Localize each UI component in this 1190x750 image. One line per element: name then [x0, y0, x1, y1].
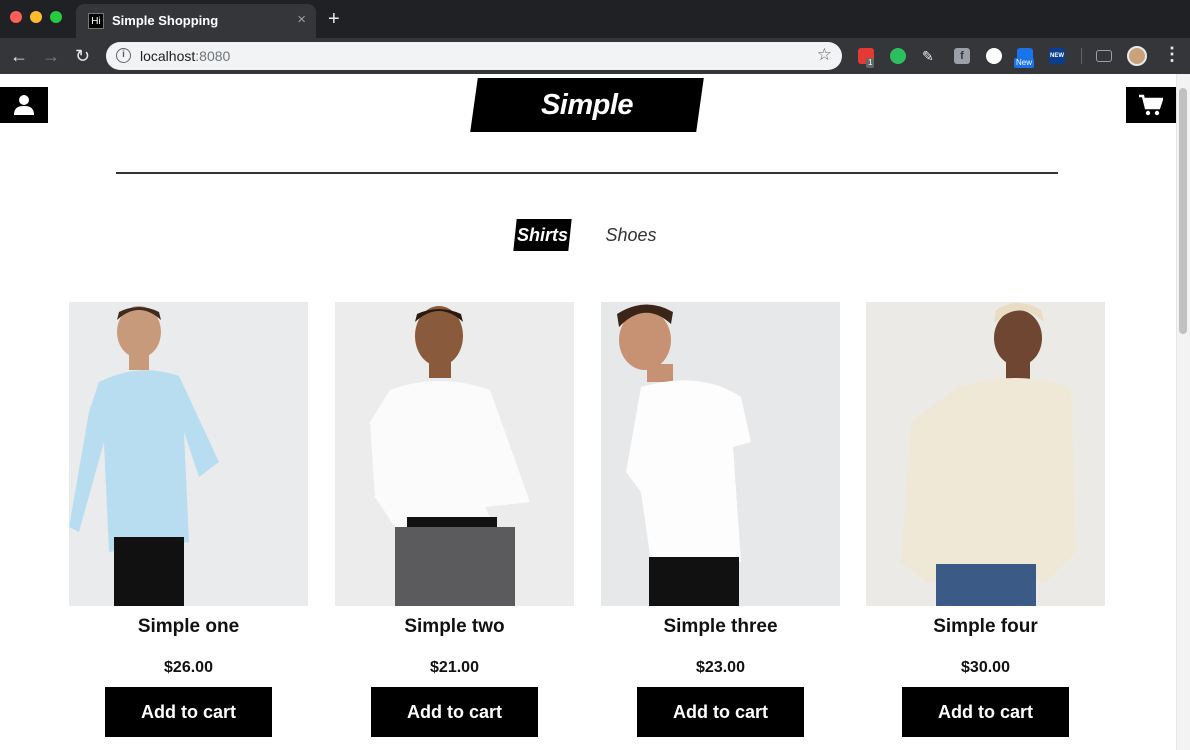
product-price: $23.00	[696, 659, 745, 676]
new-tab-button[interactable]: +	[328, 9, 340, 29]
tab-close-icon[interactable]: ×	[297, 11, 306, 29]
add-to-cart-button[interactable]: Add to cart	[371, 687, 538, 737]
toolbar-divider	[1081, 48, 1082, 64]
product-price: $26.00	[164, 659, 213, 676]
url-text: localhost:8080	[140, 48, 230, 64]
add-to-cart-button[interactable]: Add to cart	[902, 687, 1069, 737]
tab-shoes[interactable]: Shoes	[599, 219, 663, 251]
product-image[interactable]	[69, 302, 308, 606]
close-window-button[interactable]	[10, 11, 22, 23]
browser-tab-bar: Hi Simple Shopping × +	[0, 0, 1190, 38]
email-badge: 1	[866, 58, 875, 68]
product-image[interactable]	[601, 302, 840, 606]
circle-icon[interactable]	[986, 48, 1002, 64]
vertical-scrollbar[interactable]	[1176, 74, 1190, 750]
new-badge: New	[1014, 58, 1035, 68]
f-icon[interactable]: f	[954, 48, 970, 64]
tab-shirts[interactable]: Shirts	[515, 219, 570, 251]
user-icon	[14, 95, 34, 115]
add-to-cart-button[interactable]: Add to cart	[105, 687, 272, 737]
product-price: $30.00	[961, 659, 1010, 676]
category-tabs: Shirts Shoes	[0, 219, 1176, 251]
browser-toolbar: ← → ↻ i localhost:8080 ☆ 1 ✎ f New NEW ⋮	[0, 38, 1190, 74]
forward-arrow-icon[interactable]: →	[42, 46, 60, 66]
product-name[interactable]: Simple two	[335, 616, 574, 638]
product-card: Simple three $23.00 Add to cart	[601, 302, 841, 738]
more-menu-icon[interactable]: ⋮	[1163, 44, 1181, 64]
product-image[interactable]	[335, 302, 574, 606]
scrollbar-thumb[interactable]	[1179, 88, 1187, 334]
minimize-window-button[interactable]	[30, 11, 42, 23]
product-image[interactable]	[866, 302, 1105, 606]
browser-tab[interactable]: Hi Simple Shopping ×	[76, 4, 316, 38]
evernote-icon[interactable]	[890, 48, 906, 64]
bookmark-star-icon[interactable]: ☆	[817, 45, 832, 65]
address-bar[interactable]: i localhost:8080 ☆	[106, 42, 842, 70]
profile-avatar[interactable]	[1127, 46, 1147, 66]
product-name[interactable]: Simple four	[866, 616, 1105, 638]
info-icon[interactable]: i	[116, 48, 131, 63]
site-logo[interactable]: Simple Shopping	[474, 78, 700, 175]
maximize-window-button[interactable]	[50, 11, 62, 23]
new-extension-icon-2[interactable]: NEW	[1049, 48, 1065, 64]
cart-button[interactable]	[1126, 87, 1176, 123]
header-divider	[116, 172, 1058, 174]
cast-icon[interactable]	[1096, 50, 1112, 62]
product-card: Simple one $26.00 Add to cart	[69, 302, 309, 738]
add-to-cart-button[interactable]: Add to cart	[637, 687, 804, 737]
url-port: :8080	[195, 48, 231, 64]
pen-icon[interactable]: ✎	[922, 48, 938, 64]
cart-icon	[1139, 94, 1163, 116]
product-name[interactable]: Simple one	[69, 616, 308, 638]
product-name[interactable]: Simple three	[601, 616, 840, 638]
tab-title: Simple Shopping	[112, 13, 219, 28]
product-card: Simple two $21.00 Add to cart	[335, 302, 575, 738]
reload-icon[interactable]: ↻	[75, 46, 90, 66]
favicon-icon: Hi	[88, 13, 104, 29]
user-account-button[interactable]	[0, 87, 48, 123]
url-host: localhost	[140, 48, 196, 64]
back-arrow-icon[interactable]: ←	[10, 46, 28, 66]
product-price: $21.00	[430, 659, 479, 676]
product-card: Simple four $30.00 Add to cart	[866, 302, 1106, 738]
page-viewport: Simple Shopping Shirts Shoes Simple one	[0, 74, 1190, 750]
